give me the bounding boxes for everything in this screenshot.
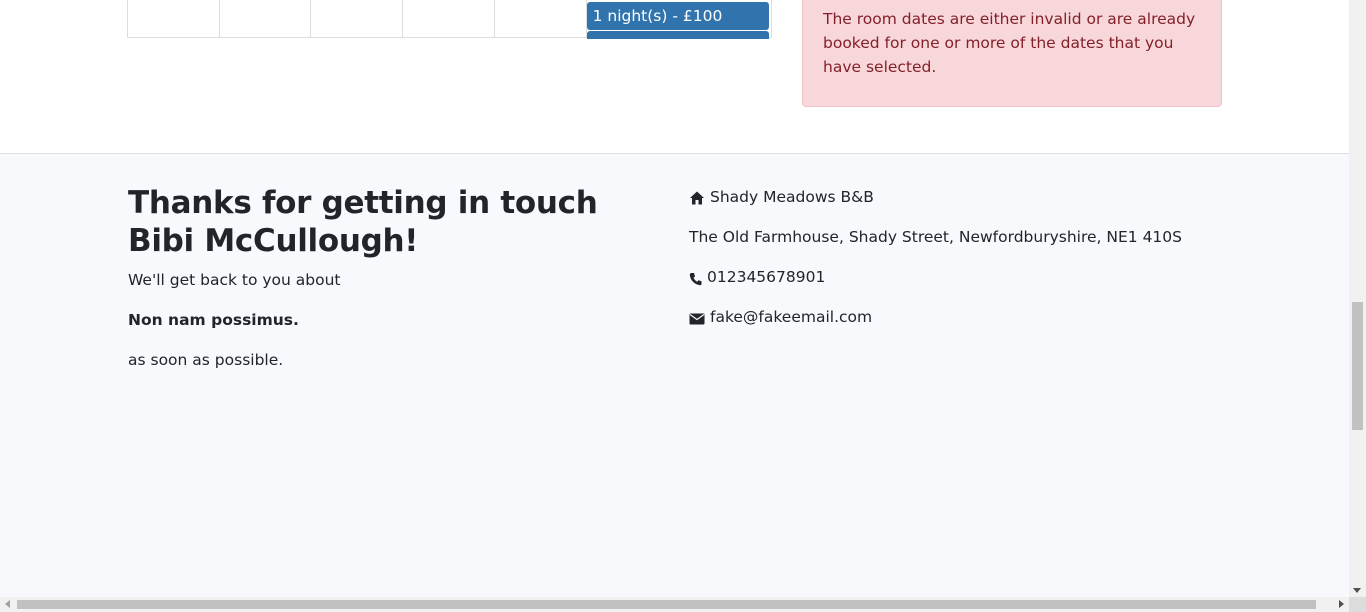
calendar-booking-event[interactable]: 1 night(s) - £100 bbox=[586, 2, 769, 30]
phone-icon bbox=[689, 269, 702, 286]
contact-section: Thanks for getting in touch Bibi McCullo… bbox=[0, 153, 1349, 597]
contact-phone-row: 012345678901 bbox=[689, 265, 1182, 289]
contact-email[interactable]: fake@fakeemail.com bbox=[710, 305, 872, 329]
thanks-message: Thanks for getting in touch Bibi McCullo… bbox=[128, 184, 648, 372]
message-subject: Non nam possimus. bbox=[128, 311, 299, 329]
contact-phone: 012345678901 bbox=[707, 268, 826, 286]
calendar-day-cell[interactable] bbox=[128, 0, 220, 37]
contact-name: Shady Meadows B&B bbox=[710, 188, 874, 206]
calendar-day-cell[interactable] bbox=[220, 0, 312, 37]
booking-calendar: 1 night(s) - £100 bbox=[127, 0, 772, 39]
scroll-down-arrow-icon[interactable] bbox=[1353, 588, 1361, 593]
vertical-scrollbar-thumb[interactable] bbox=[1352, 302, 1363, 430]
alert-message: The room dates are either invalid or are… bbox=[823, 10, 1196, 76]
horizontal-scrollbar[interactable] bbox=[0, 597, 1366, 612]
envelope-icon bbox=[689, 309, 705, 325]
home-icon bbox=[689, 189, 705, 205]
thanks-line-2: as soon as possible. bbox=[128, 351, 284, 369]
contact-address-row: The Old Farmhouse, Shady Street, Newford… bbox=[689, 225, 1182, 249]
thanks-heading: Thanks for getting in touch Bibi McCullo… bbox=[128, 185, 598, 259]
contact-info: Shady Meadows B&B The Old Farmhouse, Sha… bbox=[689, 185, 1182, 345]
booking-error-alert: The room dates are either invalid or are… bbox=[802, 0, 1222, 107]
contact-name-row: Shady Meadows B&B bbox=[689, 185, 1182, 209]
contact-email-row: fake@fakeemail.com bbox=[689, 305, 1182, 329]
thanks-line-1: We'll get back to you about bbox=[128, 271, 341, 289]
calendar-day-cell[interactable] bbox=[311, 0, 404, 37]
scrollbar-corner bbox=[1349, 597, 1366, 612]
calendar-booking-event-overflow[interactable] bbox=[586, 31, 769, 39]
calendar-day-cell[interactable] bbox=[495, 0, 587, 37]
horizontal-scrollbar-thumb[interactable] bbox=[17, 600, 1316, 609]
scroll-left-arrow-icon[interactable] bbox=[5, 600, 10, 608]
calendar-day-cell[interactable] bbox=[403, 0, 495, 37]
contact-address: The Old Farmhouse, Shady Street, Newford… bbox=[689, 228, 1182, 246]
scroll-right-arrow-icon[interactable] bbox=[1339, 600, 1344, 608]
calendar-day-cell[interactable]: 1 night(s) - £100 bbox=[586, 0, 771, 39]
page: 1 night(s) - £100 The room dates are eit… bbox=[0, 0, 1349, 597]
vertical-scrollbar[interactable] bbox=[1349, 0, 1366, 597]
